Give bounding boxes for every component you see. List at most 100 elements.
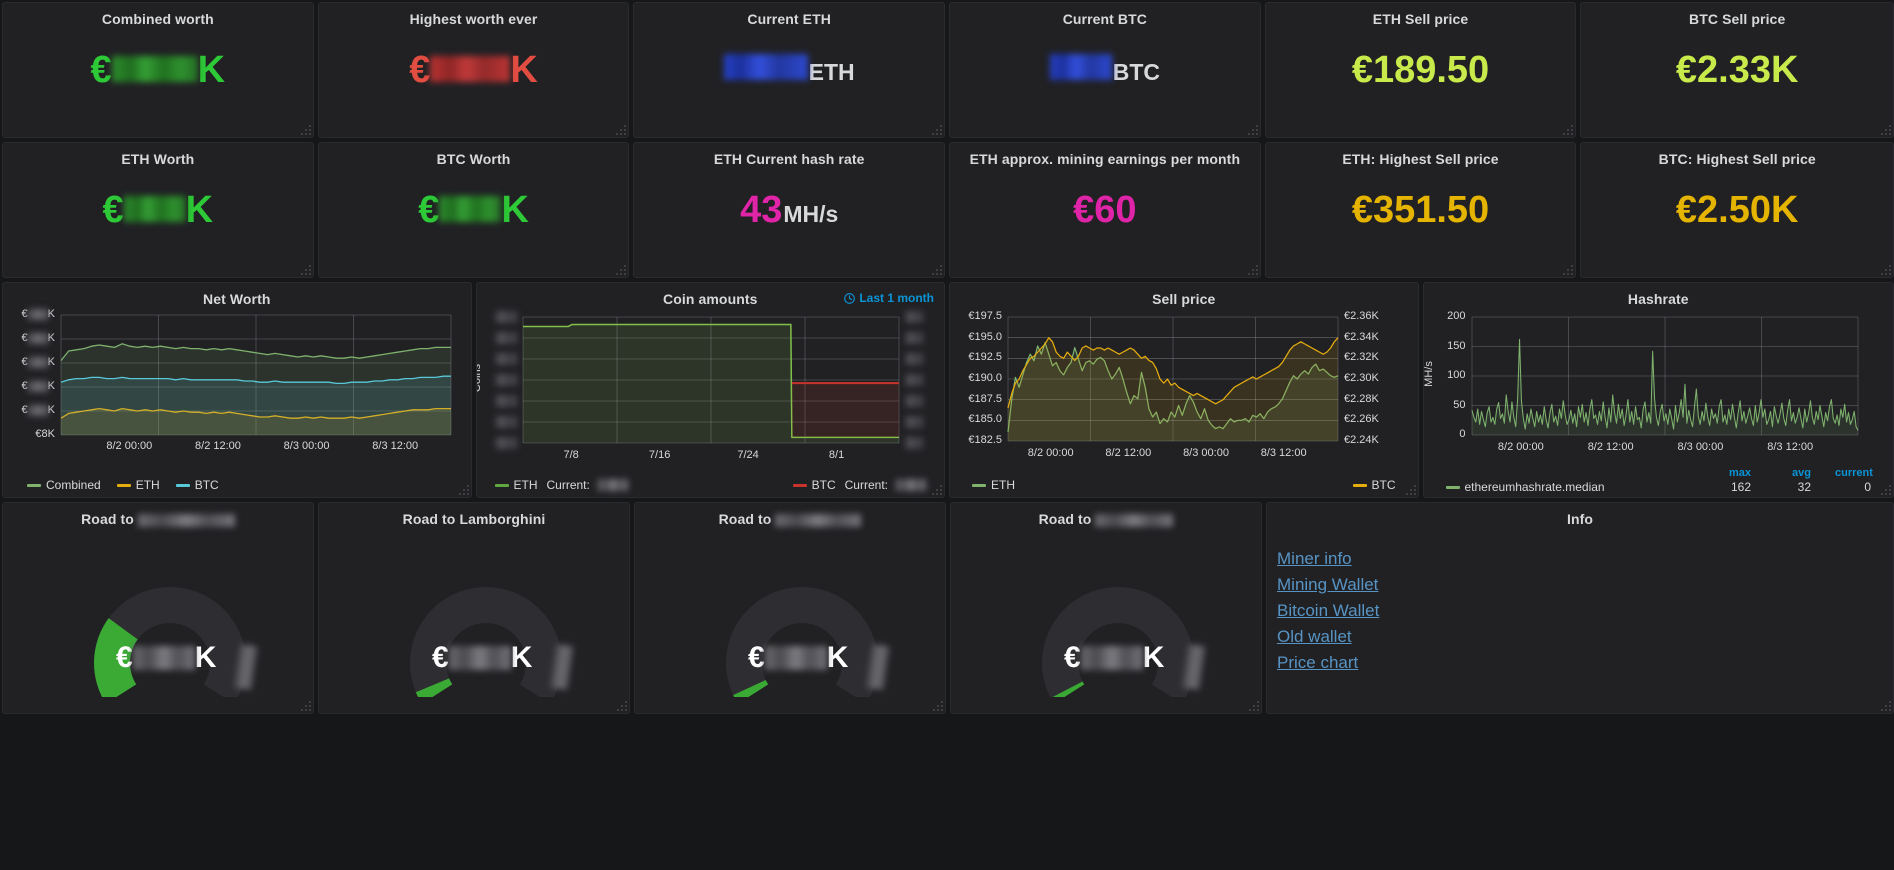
redacted-value	[723, 54, 808, 80]
y-axis-tick-right: €2.34K	[1344, 330, 1379, 343]
legend-item[interactable]: BTC Current:	[792, 478, 926, 492]
resize-handle[interactable]	[1247, 699, 1259, 711]
panel-stat-btc-highest-sell-price[interactable]: BTC: Highest Sell price €2.50K	[1580, 142, 1894, 278]
panel-stat-eth-sell-price[interactable]: ETH Sell price €189.50	[1264, 2, 1577, 138]
redacted-tick	[27, 404, 48, 416]
resize-handle[interactable]	[930, 123, 943, 135]
panel-stat-btc-sell-price[interactable]: BTC Sell price €2.33K	[1580, 2, 1894, 138]
x-axis-tick: 8/3 00:00	[283, 440, 330, 452]
time-range-picker[interactable]: Last 1 month	[844, 291, 934, 305]
panel-gauge-4[interactable]: Road to 100€K	[950, 502, 1262, 714]
stat-prefix: €	[409, 48, 431, 91]
resize-handle[interactable]	[1246, 263, 1258, 275]
resize-handle[interactable]	[931, 699, 943, 711]
panel-stat-highest-worth-ever[interactable]: Highest worth ever € K	[317, 2, 630, 138]
y-axis-tick: 200	[1447, 310, 1466, 322]
gauge-row: Road to 100€KRoad to Lamborghini100€KRoa…	[2, 502, 1894, 714]
graph-row: Net Worth € K € K € K € K € K €8K 8/2 00:00 8/2 12:0…	[2, 282, 1894, 498]
y-axis-tick: € K	[3, 380, 55, 392]
y-axis-tick: €8K	[35, 428, 55, 440]
stat-unit: MH/s	[783, 200, 839, 227]
info-link-old-wallet[interactable]: Old wallet	[1277, 627, 1352, 647]
legend-label: BTC	[1371, 478, 1396, 492]
resize-handle[interactable]	[1561, 263, 1574, 275]
y-tick-unit: K	[47, 380, 55, 392]
gauge-wrap: 100€K	[951, 527, 1261, 697]
legend-item[interactable]: BTC	[175, 478, 219, 492]
x-axis-tick: 8/2 12:00	[195, 440, 241, 452]
panel-title: Road to Lamborghini	[319, 503, 629, 527]
panel-coin-amounts[interactable]: Coin amounts Last 1 month Coins 7/8 7/16 7/…	[475, 282, 945, 498]
info-link-mining-wallet[interactable]: Mining Wallet	[1277, 575, 1378, 595]
redacted-y-tick	[494, 332, 517, 344]
panel-title-net-worth: Net Worth	[202, 291, 271, 307]
legend-stat-header-current[interactable]: current	[1835, 467, 1873, 479]
y-axis-tick-right: €2.30K	[1344, 372, 1379, 384]
legend-item[interactable]: ethereumhashrate.median 162 32 0	[1438, 480, 1880, 494]
y-axis-tick: 150	[1447, 339, 1466, 352]
y-axis-tick-right: €2.24K	[1344, 434, 1379, 446]
clock-icon	[844, 292, 856, 304]
panel-title: ETH: Highest Sell price	[1342, 151, 1499, 167]
panel-title: Road to	[3, 503, 313, 527]
legend-item[interactable]: ETH Current:	[494, 478, 628, 492]
resize-handle[interactable]	[930, 483, 942, 495]
redacted-y-tick	[904, 353, 923, 365]
info-link-price-chart[interactable]: Price chart	[1277, 653, 1358, 673]
panel-stat-eth-worth[interactable]: ETH Worth € K	[2, 142, 314, 278]
stat-value: € K	[418, 189, 529, 232]
legend-item[interactable]: ETH	[116, 478, 160, 492]
panel-gauge-2[interactable]: Road to Lamborghini100€K	[318, 502, 630, 714]
panel-gauge-3[interactable]: Road to 100€K	[634, 502, 946, 714]
grafana-dashboard: Combined worth € K Highest worth ever € K Curr…	[0, 0, 1894, 870]
panel-stat-eth-highest-sell-price[interactable]: ETH: Highest Sell price €351.50	[1264, 142, 1577, 278]
panel-stat-eth-approx-mining-earnings-per-month[interactable]: ETH approx. mining earnings per month €60	[949, 142, 1261, 278]
stat-value: 43 MH/s	[740, 189, 838, 232]
resize-handle[interactable]	[615, 699, 627, 711]
legend-stat-header-avg[interactable]: avg	[1775, 467, 1811, 479]
legend-item[interactable]: Combined	[27, 478, 101, 492]
y-axis-tick-right: €2.32K	[1344, 351, 1379, 364]
resize-handle[interactable]	[299, 699, 311, 711]
y-axis-tick: € K	[3, 308, 55, 320]
panel-hashrate[interactable]: Hashrate 200 150 100 50 0 MH/s 8/2 00:00 8/2 12…	[1422, 282, 1894, 498]
resize-handle[interactable]	[1246, 123, 1258, 135]
panel-title: BTC Worth	[436, 151, 511, 167]
stat-suffix: K	[510, 48, 538, 91]
stat-value-wrap: € K	[3, 167, 313, 253]
panel-stat-current-btc[interactable]: Current BTC BTC	[949, 2, 1261, 138]
info-link-bitcoin-wallet[interactable]: Bitcoin Wallet	[1277, 601, 1379, 621]
legend-label: ethereumhashrate.median	[1464, 480, 1605, 494]
resize-handle[interactable]	[1561, 123, 1574, 135]
stat-suffix: ETH	[808, 59, 855, 85]
info-link-miner-info[interactable]: Miner info	[1277, 549, 1352, 569]
legend-item[interactable]: BTC	[1352, 478, 1396, 492]
stat-prefix: €	[102, 188, 124, 231]
panel-stat-eth-current-hash-rate[interactable]: ETH Current hash rate 43 MH/s	[633, 142, 946, 278]
gauge-value: € K	[116, 641, 216, 675]
redacted-value	[430, 55, 511, 82]
y-axis-tick-right: €2.36K	[1344, 310, 1379, 322]
resize-handle[interactable]	[1879, 263, 1892, 275]
resize-handle[interactable]	[1879, 699, 1891, 711]
y-axis-tick: €190.0	[968, 372, 1002, 384]
gauge-value-prefix: €	[116, 641, 133, 674]
resize-handle[interactable]	[614, 263, 627, 275]
panel-stat-btc-worth[interactable]: BTC Worth € K	[317, 142, 630, 278]
resize-handle[interactable]	[457, 483, 469, 495]
resize-handle[interactable]	[930, 263, 943, 275]
resize-handle[interactable]	[299, 263, 311, 275]
resize-handle[interactable]	[299, 123, 311, 135]
resize-handle[interactable]	[1879, 483, 1891, 495]
panel-net-worth[interactable]: Net Worth € K € K € K € K € K €8K 8/2 00:00 8/2 12:0…	[2, 282, 472, 498]
resize-handle[interactable]	[1879, 123, 1892, 135]
panel-info[interactable]: Info Miner info Mining Wallet Bitcoin Walle…	[1266, 502, 1894, 714]
legend-stat-header-max[interactable]: max	[1715, 467, 1751, 479]
panel-stat-combined-worth[interactable]: Combined worth € K	[2, 2, 314, 138]
resize-handle[interactable]	[614, 123, 627, 135]
panel-stat-current-eth[interactable]: Current ETH ETH	[633, 2, 946, 138]
panel-sell-price[interactable]: Sell price €197.5 €195.0 €192.5 €190.0 €187.…	[949, 282, 1419, 498]
legend-item[interactable]: ETH	[972, 478, 1015, 492]
resize-handle[interactable]	[1404, 483, 1416, 495]
panel-gauge-1[interactable]: Road to 100€K	[2, 502, 314, 714]
